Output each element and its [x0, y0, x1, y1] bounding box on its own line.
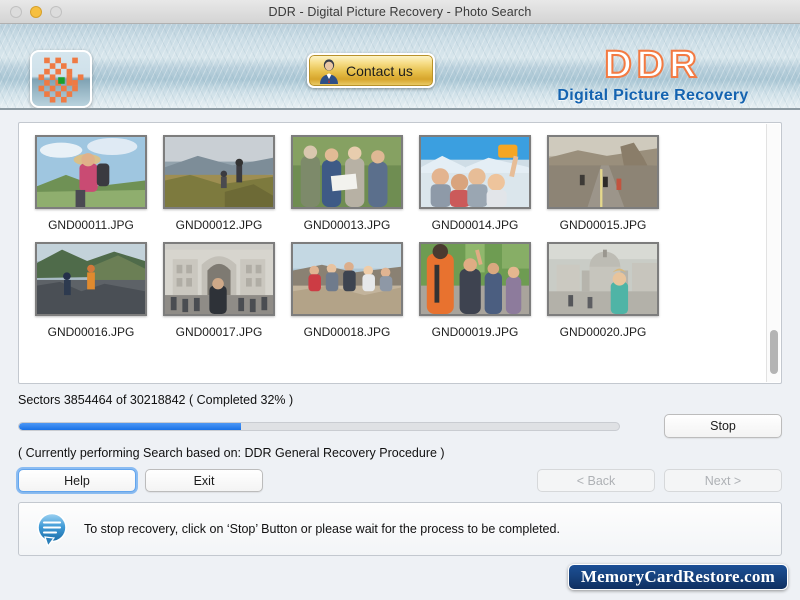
- info-message-text: To stop recovery, click on ‘Stop’ Button…: [84, 522, 560, 536]
- thumbnail-image: [35, 135, 147, 209]
- window-title: DDR - Digital Picture Recovery - Photo S…: [0, 5, 800, 19]
- speech-bubble-info-icon: [33, 510, 71, 548]
- progress-bar: [18, 422, 620, 431]
- stop-button[interactable]: Stop: [664, 414, 782, 438]
- brand-subtitle: Digital Picture Recovery: [528, 87, 778, 105]
- app-header-banner: Contact us DDR Digital Picture Recovery: [0, 24, 800, 110]
- brand-title: DDR: [528, 46, 778, 84]
- thumbnail-filename: GND00015.JPG: [560, 218, 647, 232]
- thumbnail-panel: GND00011.JPG: [18, 122, 782, 384]
- watermark-text: MemoryCardRestore.com: [581, 567, 775, 587]
- contact-us-button[interactable]: Contact us: [307, 53, 435, 88]
- ddr-app-icon: [30, 50, 92, 108]
- thumbnail-image: [291, 135, 403, 209]
- thumbnail-image: [547, 242, 659, 316]
- app-window: DDR - Digital Picture Recovery - Photo S…: [0, 0, 800, 600]
- search-status-text: ( Currently performing Search based on: …: [18, 446, 782, 460]
- thumbnail-item[interactable]: GND00014.JPG: [411, 135, 539, 232]
- thumbnail-filename: GND00017.JPG: [176, 325, 263, 339]
- thumbnail-image: [163, 135, 275, 209]
- thumbnail-filename: GND00011.JPG: [48, 218, 134, 232]
- thumbnail-image: [35, 242, 147, 316]
- thumbnail-filename: GND00014.JPG: [432, 218, 519, 232]
- thumbnail-item[interactable]: GND00017.JPG: [155, 242, 283, 339]
- thumbnail-image: [163, 242, 275, 316]
- thumbnail-filename: GND00019.JPG: [432, 325, 519, 339]
- thumbnail-grid: GND00011.JPG: [19, 123, 781, 349]
- brand-block: DDR Digital Picture Recovery: [528, 46, 778, 105]
- thumbnail-item[interactable]: GND00011.JPG: [27, 135, 155, 232]
- thumbnail-image: [419, 135, 531, 209]
- main-content: GND00011.JPG: [0, 110, 800, 600]
- scrollbar-thumb[interactable]: [770, 330, 778, 374]
- progress-row: Stop: [18, 414, 782, 438]
- thumbnail-item[interactable]: GND00013.JPG: [283, 135, 411, 232]
- thumbnail-item[interactable]: GND00019.JPG: [411, 242, 539, 339]
- thumbnail-item[interactable]: GND00016.JPG: [27, 242, 155, 339]
- exit-button[interactable]: Exit: [145, 469, 263, 492]
- thumbnail-item[interactable]: GND00015.JPG: [539, 135, 667, 232]
- person-icon: [317, 58, 341, 84]
- help-button[interactable]: Help: [18, 469, 136, 492]
- thumbnail-filename: GND00012.JPG: [176, 218, 263, 232]
- thumbnail-filename: GND00013.JPG: [304, 218, 391, 232]
- thumbnail-filename: GND00020.JPG: [560, 325, 647, 339]
- thumbnail-item[interactable]: GND00020.JPG: [539, 242, 667, 339]
- thumbnail-image: [547, 135, 659, 209]
- thumbnail-filename: GND00018.JPG: [304, 325, 391, 339]
- watermark-badge: MemoryCardRestore.com: [568, 564, 788, 590]
- thumbnail-image: [291, 242, 403, 316]
- info-message-box: To stop recovery, click on ‘Stop’ Button…: [18, 502, 782, 556]
- contact-us-label: Contact us: [346, 63, 413, 79]
- thumbnail-item[interactable]: GND00018.JPG: [283, 242, 411, 339]
- sector-status-text: Sectors 3854464 of 30218842 ( Completed …: [18, 393, 782, 407]
- thumbnail-image: [419, 242, 531, 316]
- title-bar: DDR - Digital Picture Recovery - Photo S…: [0, 0, 800, 24]
- progress-bar-fill: [19, 423, 241, 430]
- next-button[interactable]: Next >: [664, 469, 782, 492]
- navigation-buttons: Help Exit < Back Next >: [18, 469, 782, 492]
- thumbnail-filename: GND00016.JPG: [48, 325, 135, 339]
- thumbnail-scrollbar[interactable]: [766, 124, 780, 382]
- thumbnail-item[interactable]: GND00012.JPG: [155, 135, 283, 232]
- back-button[interactable]: < Back: [537, 469, 655, 492]
